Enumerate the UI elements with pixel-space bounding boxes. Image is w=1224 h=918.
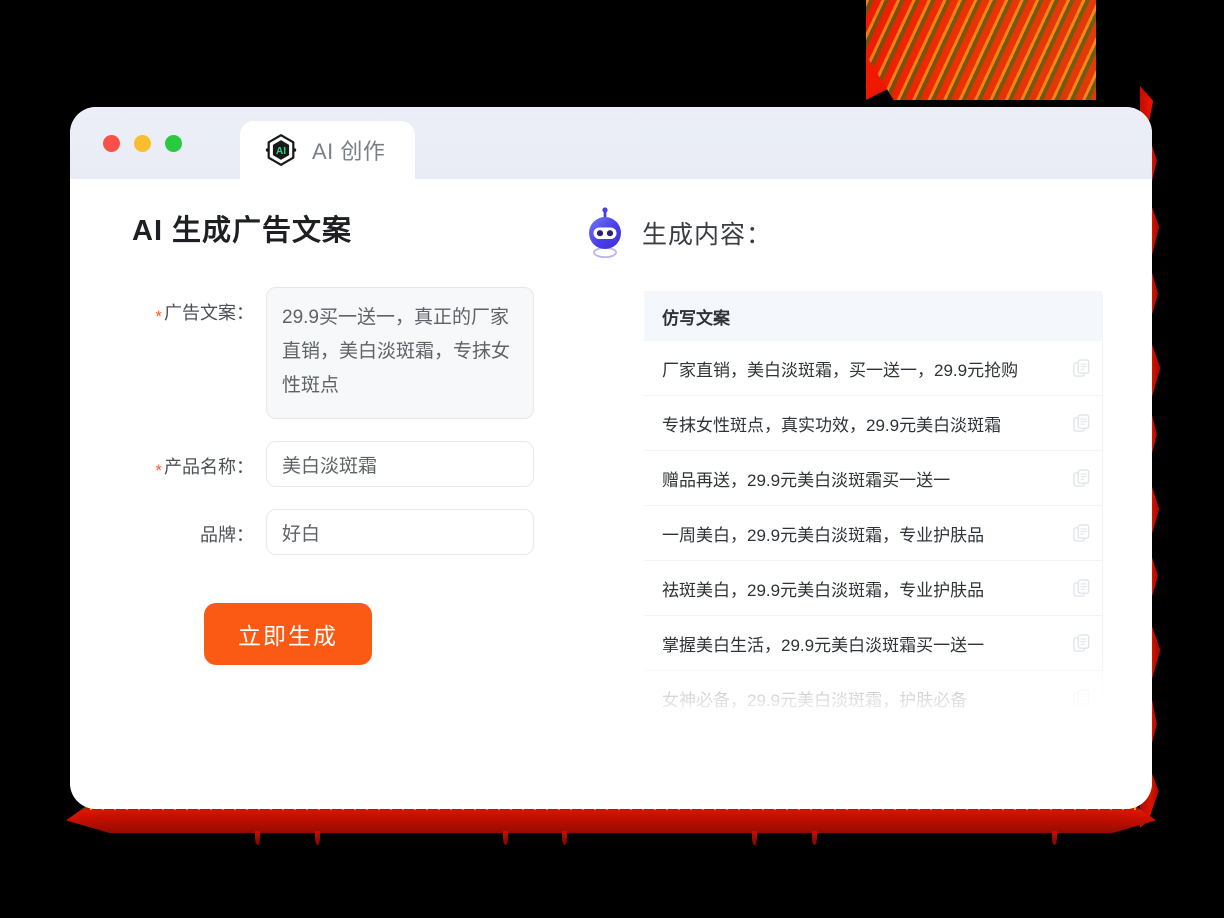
table-body: 1 厂家直销，美白淡斑霜，买一送一，29.9元抢购 2 专抹 [644, 341, 1102, 726]
field-product-name: * 产品名称： 美白淡斑霜 [132, 441, 566, 487]
tab-ai-creation[interactable]: AI AI 创作 [240, 121, 416, 179]
results-table-scroll[interactable]: 仿写文案 1 厂家直销，美白淡斑霜，买一送一，29.9元抢购 [644, 291, 1152, 729]
copy-icon[interactable] [1073, 468, 1090, 488]
copy-icon[interactable] [1073, 689, 1090, 708]
svg-text:AI: AI [276, 146, 286, 157]
decorative-drip [315, 831, 320, 845]
table-row[interactable]: 7 女神必备，29.9元美白淡斑霜，护肤必备 [644, 671, 1102, 726]
app-window: AI AI 创作 AI 生成广告文案 * 广告文案： 29.9买一送一，真正的厂家… [70, 107, 1152, 809]
product-name-input[interactable]: 美白淡斑霜 [266, 441, 534, 487]
field-label-product-name: * 产品名称： [132, 441, 266, 480]
table-row[interactable]: 6 掌握美白生活，29.9元美白淡斑霜买一送一 [644, 616, 1102, 671]
copy-icon[interactable] [1073, 358, 1090, 378]
row-text: 厂家直销，美白淡斑霜，买一送一，29.9元抢购 [662, 360, 1019, 380]
robot-head-icon [589, 207, 621, 259]
table-row[interactable]: 2 专抹女性斑点，真实功效，29.9元美白淡斑霜 [644, 396, 1102, 451]
required-asterisk-icon: * [155, 307, 162, 326]
tab-label: AI 创作 [312, 139, 386, 164]
field-label-ad-copy: * 广告文案： [132, 287, 266, 326]
window-titlebar: AI AI 创作 [70, 107, 1152, 179]
close-button[interactable] [103, 135, 120, 152]
ai-hexagon-logo-icon: AI [265, 134, 297, 166]
ad-copy-textarea[interactable]: 29.9买一送一，真正的厂家直销，美白淡斑霜，专抹女性斑点 [266, 287, 534, 419]
brand-input[interactable]: 好白 [266, 509, 534, 555]
page-title: AI 生成广告文案 [132, 215, 353, 247]
table-row[interactable]: 4 一周美白，29.9元美白淡斑霜，专业护肤品 [644, 506, 1102, 561]
copy-icon[interactable] [1073, 523, 1090, 543]
decorative-drip [503, 831, 508, 845]
row-text: 祛斑美白，29.9元美白淡斑霜，专业护肤品 [662, 580, 985, 600]
row-text: 一周美白，29.9元美白淡斑霜，专业护肤品 [662, 525, 985, 545]
field-ad-copy: * 广告文案： 29.9买一送一，真正的厂家直销，美白淡斑霜，专抹女性斑点 [132, 287, 566, 419]
decorative-textured-banner [866, 0, 1096, 100]
results-header: 生成内容： [576, 207, 1152, 259]
results-table: 仿写文案 1 厂家直销，美白淡斑霜，买一送一，29.9元抢购 [644, 291, 1102, 726]
copy-icon[interactable] [1073, 413, 1090, 433]
minimize-button[interactable] [134, 135, 151, 152]
maximize-button[interactable] [165, 135, 182, 152]
results-heading: 生成内容： [642, 221, 773, 249]
page-root: AI AI 创作 AI 生成广告文案 * 广告文案： 29.9买一送一，真正的厂家… [0, 0, 1224, 918]
copy-icon[interactable] [1073, 633, 1090, 653]
copy-icon[interactable] [1073, 578, 1090, 598]
required-asterisk-icon: * [155, 461, 162, 480]
field-label-text: 产品名称： [164, 457, 254, 477]
traffic-light-group [103, 135, 182, 152]
table-row[interactable]: 1 厂家直销，美白淡斑霜，买一送一，29.9元抢购 [644, 341, 1102, 396]
table-row[interactable]: 5 祛斑美白，29.9元美白淡斑霜，专业护肤品 [644, 561, 1102, 616]
field-label-text: 广告文案： [164, 303, 254, 323]
decorative-drip [752, 831, 757, 845]
decorative-red-bottom-band [66, 805, 1156, 833]
row-text: 掌握美白生活，29.9元美白淡斑霜买一送一 [662, 635, 985, 655]
generate-button[interactable]: 立即生成 [204, 603, 372, 665]
row-text: 女神必备，29.9元美白淡斑霜，护肤必备 [662, 691, 968, 710]
field-brand: 品牌： 好白 [132, 509, 566, 555]
table-row[interactable]: 3 赠品再送，29.9元美白淡斑霜买一送一 [644, 451, 1102, 506]
field-label-brand: 品牌： [200, 525, 254, 545]
table-column-header: 仿写文案 [644, 291, 1102, 341]
decorative-drip [1052, 831, 1057, 845]
row-text: 赠品再送，29.9元美白淡斑霜买一送一 [662, 470, 951, 490]
decorative-drip [562, 831, 567, 845]
window-content: AI 生成广告文案 * 广告文案： 29.9买一送一，真正的厂家直销，美白淡斑霜，… [70, 179, 1152, 809]
decorative-drip [255, 831, 260, 845]
row-text: 专抹女性斑点，真实功效，29.9元美白淡斑霜 [662, 415, 1002, 435]
results-panel: 生成内容： 仿写文案 1 厂家直销，美白淡斑霜，买一送一，29.9元抢购 [566, 207, 1152, 809]
form-panel: AI 生成广告文案 * 广告文案： 29.9买一送一，真正的厂家直销，美白淡斑霜，… [70, 207, 566, 809]
decorative-drip [812, 831, 817, 845]
